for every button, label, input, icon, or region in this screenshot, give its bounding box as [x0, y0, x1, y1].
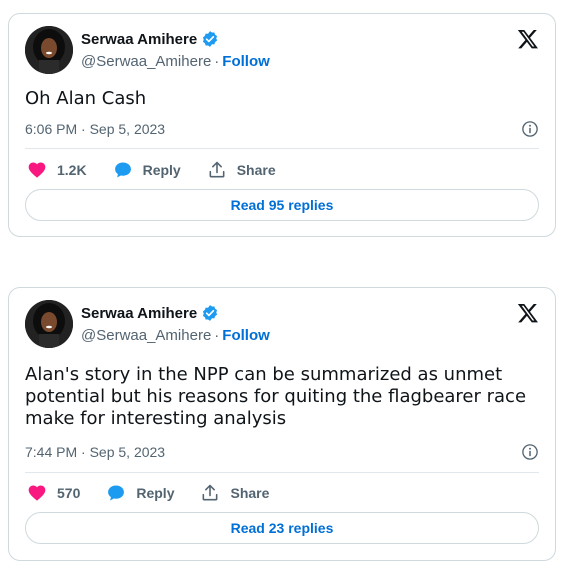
- info-icon[interactable]: [521, 120, 539, 138]
- info-icon[interactable]: [521, 443, 539, 461]
- handle-line: @Serwaa_Amihere · Follow: [81, 327, 270, 344]
- reply-bubble-icon: [108, 485, 125, 501]
- avatar[interactable]: [25, 26, 73, 74]
- divider: [25, 148, 539, 149]
- author-name-line: Serwaa Amihere: [81, 30, 219, 48]
- tweet-header: Serwaa Amihere @Serwaa_Amihere · Follow: [25, 26, 541, 76]
- share-button[interactable]: Share: [207, 160, 276, 180]
- author-name-line: Serwaa Amihere: [81, 304, 219, 322]
- like-button[interactable]: 1.2K: [27, 160, 87, 180]
- like-button[interactable]: 570: [27, 483, 80, 503]
- like-count: 1.2K: [57, 162, 87, 178]
- author-handle[interactable]: @Serwaa_Amihere: [81, 53, 211, 70]
- share-upload-icon: [209, 161, 225, 178]
- x-logo-icon[interactable]: [517, 302, 539, 324]
- share-label: Share: [230, 485, 270, 501]
- tweet-card: Serwaa Amihere @Serwaa_Amihere · Follow Oh…: [8, 13, 556, 237]
- follow-button[interactable]: Follow: [222, 327, 270, 344]
- avatar[interactable]: [25, 300, 73, 348]
- verified-badge-icon: [201, 30, 219, 48]
- reply-button[interactable]: Reply: [106, 483, 174, 503]
- verified-badge-icon: [201, 304, 219, 322]
- like-count: 570: [57, 485, 81, 501]
- timestamp[interactable]: 7:44 PM · Sep 5, 2023: [25, 444, 165, 460]
- reply-bubble-icon: [114, 162, 131, 178]
- author-name[interactable]: Serwaa Amihere: [81, 305, 197, 322]
- heart-icon: [28, 485, 46, 501]
- action-bar: 1.2K Reply Share: [27, 158, 539, 182]
- reply-label: Reply: [142, 162, 181, 178]
- reply-label: Reply: [136, 485, 175, 501]
- tweet-header: Serwaa Amihere @Serwaa_Amihere · Follow: [25, 300, 541, 350]
- follow-button[interactable]: Follow: [222, 53, 270, 70]
- tweet-text: Alan's story in the NPP can be summarize…: [25, 364, 527, 429]
- heart-icon: [28, 162, 46, 178]
- share-label: Share: [236, 162, 276, 178]
- timestamp-row: 7:44 PM · Sep 5, 2023: [25, 442, 539, 462]
- timestamp-row: 6:06 PM · Sep 5, 2023: [25, 119, 539, 139]
- divider: [25, 472, 539, 473]
- tweet-card: Serwaa Amihere @Serwaa_Amihere · Follow Al…: [8, 287, 556, 561]
- tweet-text: Oh Alan Cash: [25, 88, 147, 109]
- timestamp[interactable]: 6:06 PM · Sep 5, 2023: [25, 121, 165, 137]
- read-replies-button[interactable]: Read 95 replies: [25, 189, 539, 221]
- author-handle[interactable]: @Serwaa_Amihere: [81, 327, 211, 344]
- share-upload-icon: [203, 484, 218, 501]
- handle-line: @Serwaa_Amihere · Follow: [81, 53, 270, 70]
- share-button[interactable]: Share: [200, 483, 269, 503]
- action-bar: 570 Reply Share: [27, 481, 539, 505]
- reply-button[interactable]: Reply: [113, 160, 181, 180]
- read-replies-button[interactable]: Read 23 replies: [25, 512, 539, 544]
- author-name[interactable]: Serwaa Amihere: [81, 31, 197, 48]
- x-logo-icon[interactable]: [517, 28, 539, 50]
